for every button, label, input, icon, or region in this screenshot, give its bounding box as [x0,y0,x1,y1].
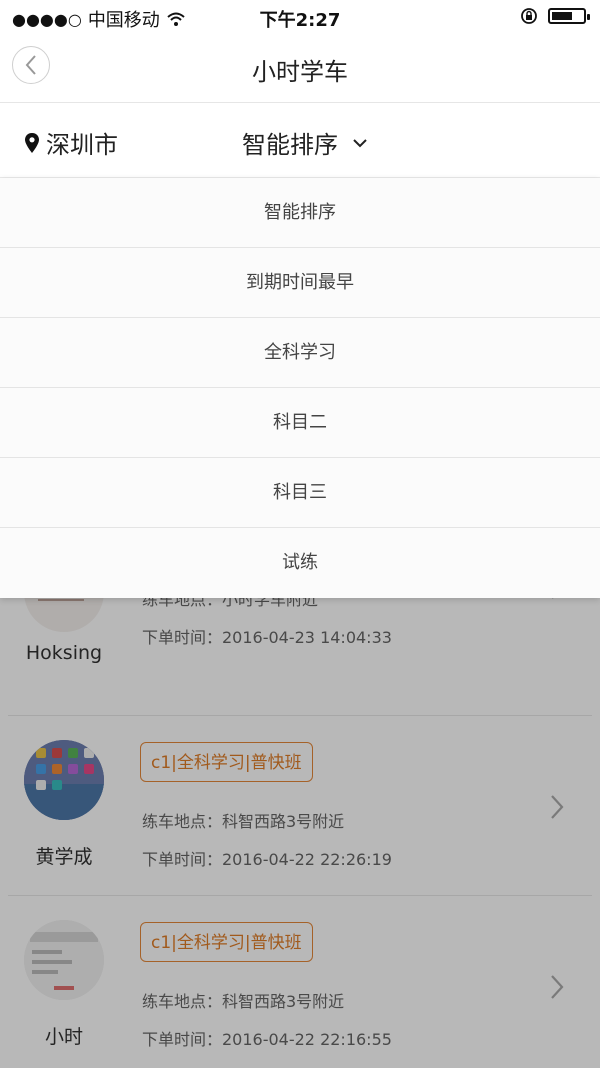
battery-icon [548,8,590,24]
status-bar: ●●●●○ 中国移动 下午2:27 [0,0,600,34]
rotation-lock-icon [521,8,537,24]
city-label: 深圳市 [46,131,118,159]
sort-dropdown-menu: 智能排序 到期时间最早 全科学习 科目二 科目三 试练 [0,178,600,598]
status-right [520,7,590,25]
sort-option[interactable]: 试练 [0,528,600,598]
filter-bar: 深圳市 智能排序 [0,103,600,178]
location-pin-icon [25,132,39,153]
city-selector[interactable]: 深圳市 [24,125,118,160]
nav-bar: 小时学车 [0,34,600,103]
sort-selector[interactable]: 智能排序 [242,125,368,160]
page-title: 小时学车 [252,58,348,86]
sort-option[interactable]: 科目二 [0,388,600,458]
sort-option[interactable]: 科目三 [0,458,600,528]
sort-label: 智能排序 [242,131,338,159]
sort-option[interactable]: 智能排序 [0,178,600,248]
status-time: 下午2:27 [259,10,341,31]
chevron-down-icon [353,138,367,147]
sort-option[interactable]: 到期时间最早 [0,248,600,318]
sort-option[interactable]: 全科学习 [0,318,600,388]
